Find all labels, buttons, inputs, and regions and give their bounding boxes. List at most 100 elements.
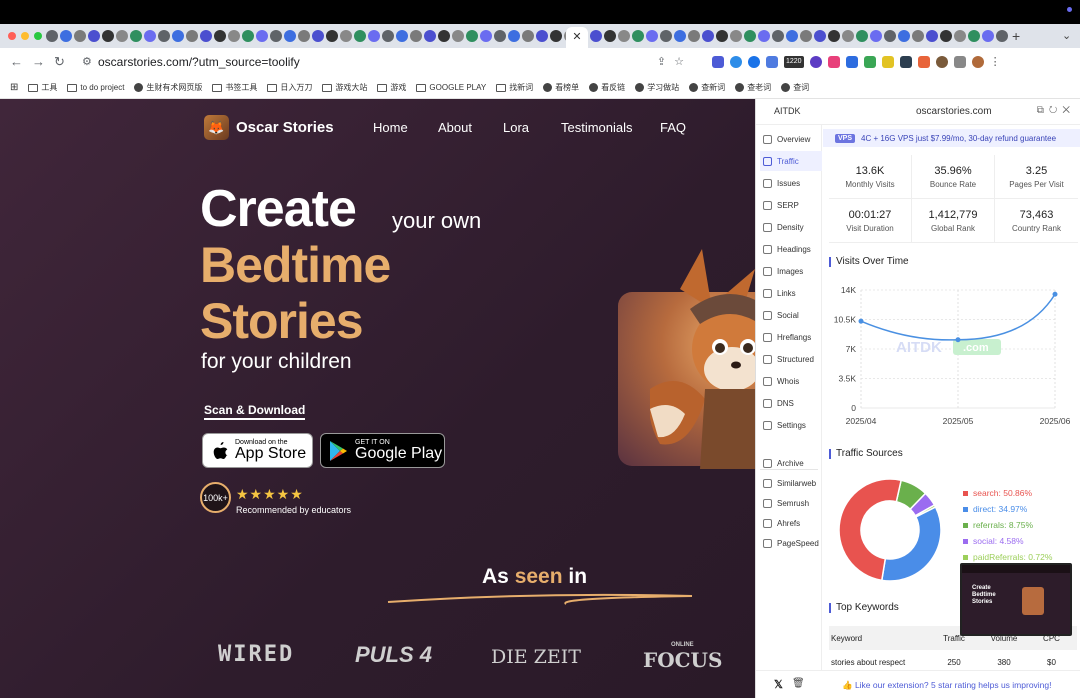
bookmark-item[interactable]: 学习做站 (635, 82, 679, 93)
extension-icon[interactable] (863, 56, 876, 68)
tab-favicon-icon[interactable] (828, 30, 840, 42)
tab-favicon-icon[interactable] (60, 30, 72, 42)
tab-favicon-icon[interactable] (74, 30, 86, 42)
tab-favicon-icon[interactable] (996, 30, 1008, 42)
profile-avatar-icon[interactable] (971, 56, 984, 68)
extension-icon[interactable] (917, 56, 930, 68)
tab-favicon-icon[interactable] (758, 30, 770, 42)
vps-ad-banner[interactable]: VPS 4C + 16G VPS just $7.99/mo, 30-day r… (823, 129, 1080, 147)
tab-favicon-icon[interactable] (242, 30, 254, 42)
bookmark-item[interactable]: GOOGLE PLAY (416, 83, 486, 92)
nav-about[interactable]: About (438, 120, 472, 135)
extension-icon[interactable] (881, 56, 894, 68)
tab-favicon-icon[interactable] (46, 30, 58, 42)
sidebar-item-links[interactable]: Links (760, 283, 822, 303)
tab-favicon-icon[interactable] (452, 30, 464, 42)
extension-icon[interactable] (748, 56, 760, 68)
tab-search-button[interactable]: ⌄ (1062, 29, 1071, 42)
sidebar-item-structured[interactable]: Structured (760, 349, 822, 369)
bookmark-item[interactable]: 看榜单 (543, 82, 579, 93)
tab-favicon-icon[interactable] (646, 30, 658, 42)
tab-favicon-icon[interactable] (912, 30, 924, 42)
omnibox-actions[interactable]: ⇪☆ (657, 52, 692, 73)
tab-favicon-icon[interactable] (660, 30, 672, 42)
tab-favicon-icon[interactable] (800, 30, 812, 42)
nav-testimonials[interactable]: Testimonials (561, 120, 633, 135)
back-icon[interactable]: ← (10, 54, 23, 69)
extension-icon[interactable] (712, 56, 724, 68)
bookmark-item[interactable]: to do project (67, 83, 124, 92)
tab-favicon-icon[interactable] (102, 30, 114, 42)
nav-lora[interactable]: Lora (503, 120, 529, 135)
sidebar-tool-pagespeed[interactable]: PageSpeed (760, 533, 822, 553)
tab-favicon-icon[interactable] (674, 30, 686, 42)
tab-favicon-icon[interactable] (144, 30, 156, 42)
tab-favicon-icon[interactable] (368, 30, 380, 42)
browser-menu-icon[interactable]: ⋮ (990, 56, 1001, 68)
extension-icons[interactable]: 1220 ⋮ (712, 56, 1001, 68)
omnibox[interactable]: ⚙ oscarstories.com/?utm_source=toolify ⇪… (78, 52, 698, 73)
apps-grid-icon[interactable]: ⊞ (10, 82, 18, 93)
sidebar-tool-ahrefs[interactable]: Ahrefs (760, 513, 822, 533)
tab-favicon-icon[interactable] (730, 30, 742, 42)
legend-item[interactable]: social: 4.58% (963, 533, 1052, 549)
badge-count[interactable]: 1220 (784, 56, 804, 68)
tab-favicon-icon[interactable] (158, 30, 170, 42)
page-preview-thumbnail[interactable]: Create Bedtime Stories (960, 563, 1072, 636)
tab-favicon-icon[interactable] (186, 30, 198, 42)
tab-favicon-icon[interactable] (200, 30, 212, 42)
extension-icon[interactable] (809, 56, 822, 68)
tab-favicon-icon[interactable] (298, 30, 310, 42)
tab-favicon-icon[interactable] (536, 30, 548, 42)
tab-favicon-icon[interactable] (842, 30, 854, 42)
tab-favicon-icon[interactable] (312, 30, 324, 42)
bookmark-item[interactable]: 查老词 (735, 82, 771, 93)
tab-favicon-icon[interactable] (926, 30, 938, 42)
tab-favicon-icon[interactable] (284, 30, 296, 42)
tab-favicon-icon[interactable] (968, 30, 980, 42)
tab-favicons-right[interactable] (590, 30, 1010, 42)
legend-item[interactable]: referrals: 8.75% (963, 517, 1052, 533)
sidebar-item-issues[interactable]: Issues (760, 173, 822, 193)
tab-favicon-icon[interactable] (326, 30, 338, 42)
panel-controls[interactable]: ⧉↻✕ (1037, 105, 1075, 116)
sidebar-tool-semrush[interactable]: Semrush (760, 493, 822, 513)
active-tab[interactable]: ✕ (566, 27, 588, 48)
sidebar-item-overview[interactable]: Overview (760, 129, 822, 149)
tab-favicon-icon[interactable] (688, 30, 700, 42)
tab-favicon-icon[interactable] (522, 30, 534, 42)
sidebar-item-hreflangs[interactable]: Hreflangs (760, 327, 822, 347)
tab-favicon-icon[interactable] (702, 30, 714, 42)
forward-icon[interactable]: → (32, 54, 45, 69)
tab-favicon-icon[interactable] (382, 30, 394, 42)
tab-favicon-icon[interactable] (884, 30, 896, 42)
bookmark-item[interactable]: 找新词 (496, 82, 533, 93)
tab-favicon-icon[interactable] (604, 30, 616, 42)
tab-favicon-icon[interactable] (172, 30, 184, 42)
scan-download-link[interactable]: Scan & Download (204, 403, 306, 420)
new-tab-button[interactable]: + (1012, 28, 1020, 44)
tab-favicon-icon[interactable] (480, 30, 492, 42)
tab-favicon-icon[interactable] (466, 30, 478, 42)
site-info-icon[interactable]: ⚙ (82, 52, 92, 73)
bookmark-item[interactable]: 查词 (781, 82, 809, 93)
sidebar-item-dns[interactable]: DNS (760, 393, 822, 413)
cloud-extension-icon[interactable] (730, 56, 742, 68)
donut-slice[interactable] (880, 506, 941, 581)
x-social-icon[interactable]: 𝕏 (774, 678, 783, 691)
sidebar-item-settings[interactable]: Settings (760, 415, 822, 435)
tab-favicons[interactable] (46, 30, 586, 42)
tab-favicon-icon[interactable] (772, 30, 784, 42)
tab-favicon-icon[interactable] (590, 30, 602, 42)
extensions-puzzle-icon[interactable] (953, 56, 966, 68)
extension-icon[interactable] (935, 56, 948, 68)
sidebar-item-headings[interactable]: Headings (760, 239, 822, 259)
bookmark-item[interactable]: 日入万刀 (267, 82, 312, 93)
tab-favicon-icon[interactable] (898, 30, 910, 42)
url-text[interactable]: oscarstories.com/?utm_source=toolify (98, 55, 300, 69)
puzzle-extension-icon[interactable] (766, 56, 778, 68)
tab-favicon-icon[interactable] (424, 30, 436, 42)
tab-favicon-icon[interactable] (494, 30, 506, 42)
tab-favicon-icon[interactable] (744, 30, 756, 42)
bookmark-item[interactable]: 游戏大站 (322, 82, 367, 93)
